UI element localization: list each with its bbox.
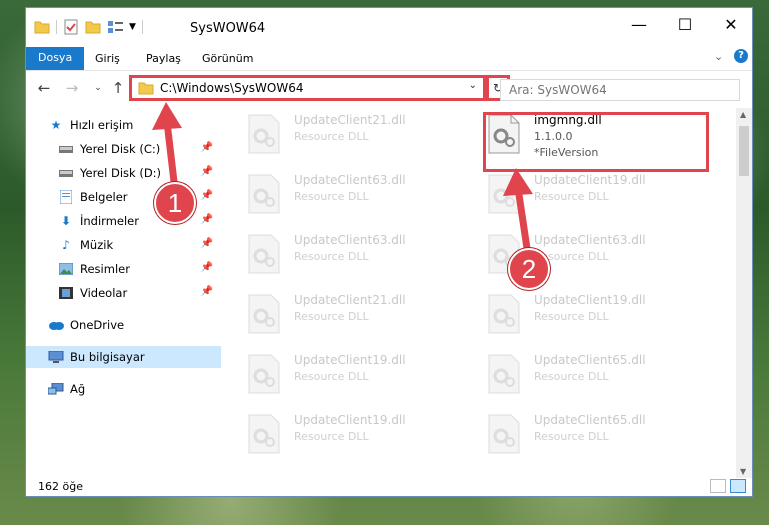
- dll-file-icon: [488, 414, 520, 454]
- folder-icon: [138, 82, 154, 95]
- list-item[interactable]: UpdateClient65.dll Resource DLL: [462, 348, 692, 400]
- dll-file-icon: [248, 354, 280, 394]
- folder-icon[interactable]: [34, 20, 50, 34]
- pictures-icon: [58, 261, 74, 277]
- documents-icon: [58, 189, 74, 205]
- search-input[interactable]: [501, 80, 739, 100]
- ribbon-tabs: Dosya Giriş Paylaş Görünüm ⌄ ?: [26, 44, 752, 71]
- ribbon-expand-icon[interactable]: ⌄: [714, 50, 723, 63]
- item-count: 162 öğe: [38, 480, 83, 493]
- list-item[interactable]: UpdateClient19.dll Resource DLL: [462, 168, 692, 220]
- list-item[interactable]: UpdateClient19.dll Resource DLL: [462, 288, 692, 340]
- dll-file-icon: [488, 174, 520, 214]
- list-item[interactable]: UpdateClient19.dll Resource DLL: [222, 408, 452, 460]
- dll-file-icon: [248, 414, 280, 454]
- navigation-pane: ★ Hızlı erişim Yerel Disk (C:) 📌 Yerel D…: [26, 108, 221, 468]
- forward-icon[interactable]: →: [62, 79, 82, 97]
- properties-icon[interactable]: [63, 19, 79, 35]
- vertical-scrollbar[interactable]: ▲ ▼: [736, 108, 752, 478]
- view-switcher: [710, 479, 746, 493]
- pin-icon[interactable]: 📌: [201, 286, 213, 297]
- star-icon: ★: [50, 118, 62, 132]
- list-item[interactable]: UpdateClient63.dll Resource DLL: [222, 228, 452, 280]
- pin-icon[interactable]: 📌: [201, 166, 213, 177]
- search-box[interactable]: [500, 79, 740, 101]
- address-dropdown-icon[interactable]: ⌄: [469, 80, 477, 91]
- highlight-box-file: [483, 112, 709, 172]
- list-item[interactable]: UpdateClient65.dll Resource DLL: [462, 408, 692, 460]
- scroll-thumb[interactable]: [739, 126, 749, 176]
- up-icon[interactable]: ↑: [108, 79, 128, 97]
- address-row: ← → ⌄ ↑ C:\Windows\SysWOW64 ⌄ ↻: [26, 71, 752, 105]
- view-options-icon[interactable]: [107, 20, 125, 34]
- tab-share[interactable]: Paylaş: [134, 48, 193, 70]
- tiles-view-icon[interactable]: [730, 479, 746, 493]
- pin-icon[interactable]: 📌: [201, 142, 213, 153]
- dll-file-icon: [248, 294, 280, 334]
- tab-file[interactable]: Dosya: [26, 47, 85, 70]
- maximize-button[interactable]: ☐: [662, 8, 708, 40]
- close-button[interactable]: ✕: [708, 8, 754, 40]
- nav-item-music[interactable]: ♪ Müzik 📌: [26, 234, 221, 256]
- toolbar-dropdown-icon[interactable]: ▼: [129, 22, 136, 32]
- tab-home[interactable]: Giriş: [83, 48, 132, 70]
- toolbar-divider: [56, 20, 57, 34]
- drive-icon: [58, 165, 74, 181]
- details-view-icon[interactable]: [710, 479, 726, 493]
- window-title: SysWOW64: [190, 21, 266, 36]
- status-bar: 162 öğe: [26, 476, 752, 498]
- quick-access-toolbar: ▼: [34, 18, 149, 36]
- cloud-icon: [48, 317, 64, 333]
- scroll-down-icon[interactable]: ▼: [740, 467, 746, 476]
- nav-item-local-disk-d[interactable]: Yerel Disk (D:) 📌: [26, 162, 221, 184]
- new-folder-icon[interactable]: [85, 20, 101, 34]
- back-icon[interactable]: ←: [34, 79, 54, 97]
- nav-item-pictures[interactable]: Resimler 📌: [26, 258, 221, 280]
- dll-file-icon: [488, 354, 520, 394]
- scroll-up-icon[interactable]: ▲: [740, 110, 746, 119]
- network-icon: [48, 381, 64, 397]
- pin-icon[interactable]: 📌: [201, 190, 213, 201]
- download-icon: ⬇: [60, 214, 72, 228]
- address-path: C:\Windows\SysWOW64: [160, 81, 304, 95]
- list-item[interactable]: UpdateClient21.dll Resource DLL: [222, 108, 452, 160]
- video-icon: [58, 285, 74, 301]
- toolbar-divider: [141, 20, 143, 34]
- recent-locations-icon[interactable]: ⌄: [88, 79, 108, 97]
- tab-view[interactable]: Görünüm: [190, 48, 265, 70]
- dll-file-icon: [488, 294, 520, 334]
- list-item[interactable]: UpdateClient21.dll Resource DLL: [222, 288, 452, 340]
- drive-icon: [58, 141, 74, 157]
- list-item[interactable]: UpdateClient63.dll Resource DLL: [222, 168, 452, 220]
- dll-file-icon: [248, 174, 280, 214]
- nav-item-quick-access[interactable]: ★ Hızlı erişim: [26, 114, 221, 136]
- dll-file-icon: [248, 114, 280, 154]
- minimize-button[interactable]: —: [616, 8, 662, 40]
- step-marker-2: 2: [508, 248, 550, 290]
- list-item[interactable]: UpdateClient63.dll Resource DLL: [462, 228, 692, 280]
- nav-item-network[interactable]: Ağ: [26, 378, 221, 400]
- music-icon: ♪: [62, 238, 70, 252]
- explorer-window: ▼ SysWOW64 — ☐ ✕ Dosya Giriş Paylaş Görü…: [25, 7, 753, 497]
- pin-icon[interactable]: 📌: [201, 238, 213, 249]
- dll-file-icon: [248, 234, 280, 274]
- address-bar[interactable]: C:\Windows\SysWOW64 ⌄: [129, 75, 486, 101]
- nav-item-videos[interactable]: Videolar 📌: [26, 282, 221, 304]
- list-item[interactable]: UpdateClient19.dll Resource DLL: [222, 348, 452, 400]
- computer-icon: [48, 349, 64, 365]
- title-bar: ▼ SysWOW64 — ☐ ✕: [26, 8, 752, 44]
- nav-item-onedrive[interactable]: OneDrive: [26, 314, 221, 336]
- nav-item-this-pc[interactable]: Bu bilgisayar: [26, 346, 221, 368]
- help-icon[interactable]: ?: [734, 49, 748, 63]
- nav-item-local-disk-c[interactable]: Yerel Disk (C:) 📌: [26, 138, 221, 160]
- pin-icon[interactable]: 📌: [201, 214, 213, 225]
- step-marker-1: 1: [154, 182, 196, 224]
- pin-icon[interactable]: 📌: [201, 262, 213, 273]
